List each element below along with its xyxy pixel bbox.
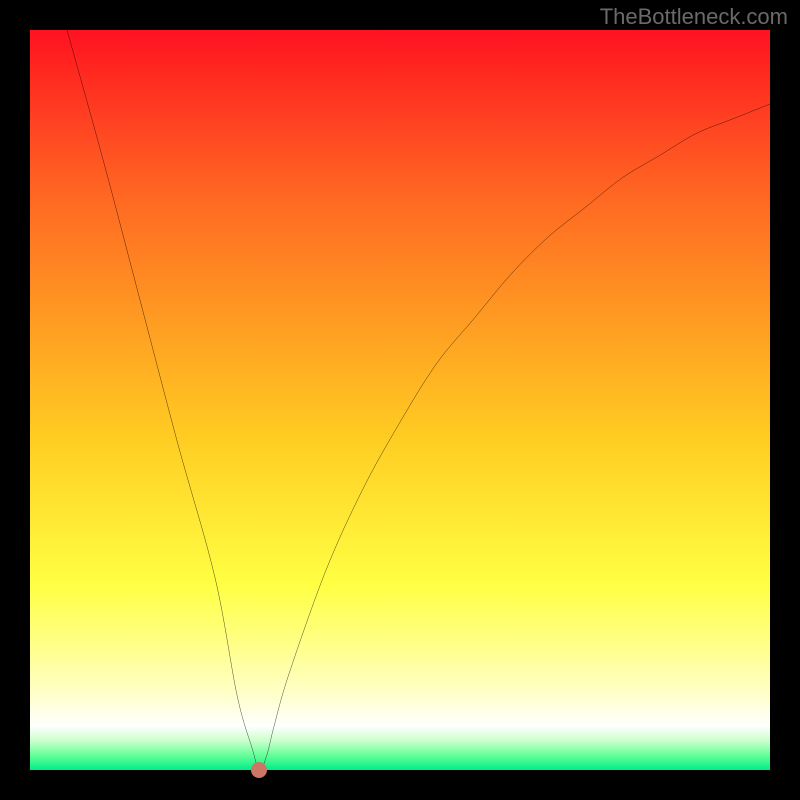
bottleneck-curve-line	[67, 30, 770, 770]
optimum-point-marker	[251, 762, 267, 778]
chart-curve-svg	[30, 30, 770, 770]
watermark-label: TheBottleneck.com	[600, 4, 788, 30]
